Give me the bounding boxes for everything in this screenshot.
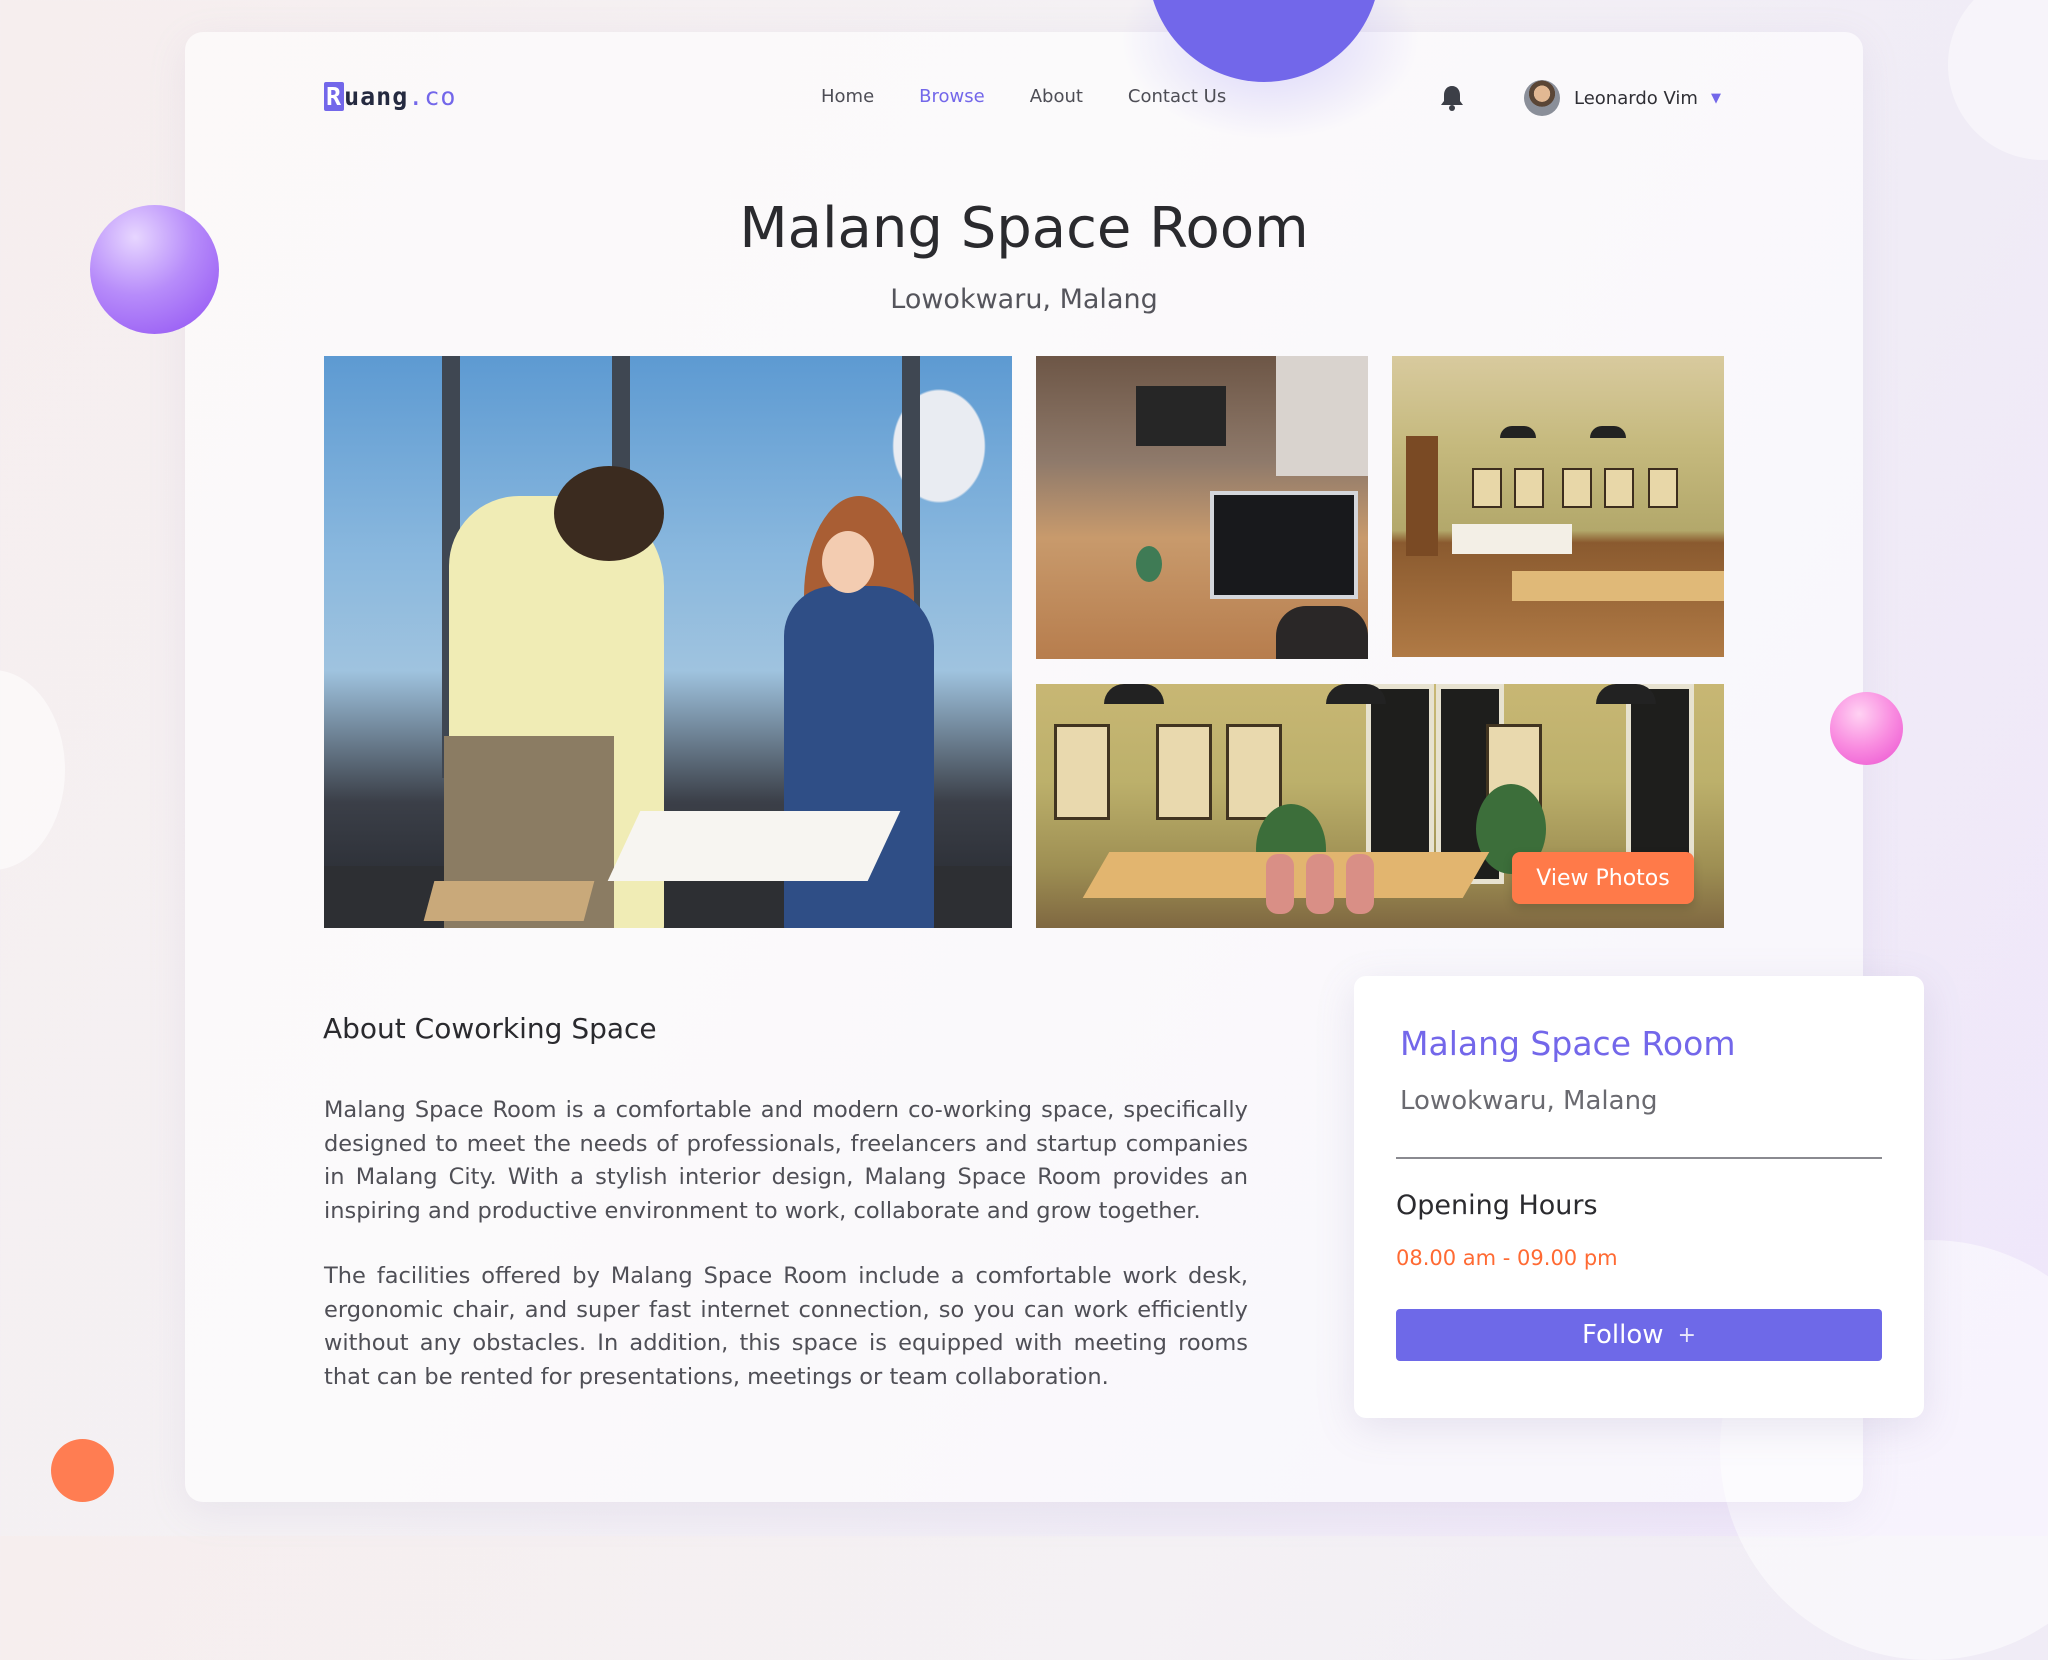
- brand-logo[interactable]: Ruang.co: [324, 82, 456, 111]
- about-heading: About Coworking Space: [323, 1012, 657, 1045]
- divider: [1396, 1157, 1882, 1159]
- chevron-down-icon: ▼: [1710, 90, 1721, 106]
- info-card-location: Lowokwaru, Malang: [1400, 1086, 1658, 1116]
- listing-info-card: Malang Space Room Lowokwaru, Malang Open…: [1354, 976, 1924, 1418]
- about-paragraph: The facilities offered by Malang Space R…: [324, 1263, 1248, 1390]
- follow-button[interactable]: Follow +: [1396, 1309, 1882, 1361]
- gallery-photo-main[interactable]: [324, 356, 1012, 928]
- opening-hours-label: Opening Hours: [1396, 1190, 1598, 1221]
- view-photos-button[interactable]: View Photos: [1512, 852, 1694, 904]
- info-card-title: Malang Space Room: [1400, 1024, 1736, 1063]
- bell-icon[interactable]: [1439, 84, 1465, 112]
- decorative-circle-orange: [51, 1439, 114, 1502]
- page-title: Malang Space Room: [739, 196, 1309, 261]
- gallery-photo-office[interactable]: [1036, 356, 1368, 659]
- avatar: [1524, 80, 1560, 116]
- plus-icon: +: [1677, 1322, 1696, 1348]
- page-subtitle: Lowokwaru, Malang: [890, 284, 1158, 315]
- logo-suffix: .co: [408, 82, 457, 111]
- gallery-photo-meeting-room[interactable]: [1392, 356, 1724, 657]
- user-name: Leonardo Vim: [1574, 87, 1698, 109]
- about-paragraph: Malang Space Room is a comfortable and m…: [324, 1097, 1248, 1224]
- background-blob: [1948, 0, 2048, 160]
- top-nav: Ruang.co Home Browse About Contact Us Le…: [324, 80, 1724, 116]
- logo-text: uang: [344, 82, 409, 111]
- nav-links: Home Browse About Contact Us: [821, 86, 1271, 107]
- user-menu[interactable]: Leonardo Vim ▼: [1524, 80, 1721, 116]
- opening-hours-value: 08.00 am - 09.00 pm: [1396, 1246, 1618, 1270]
- nav-link-about[interactable]: About: [1030, 86, 1083, 107]
- nav-link-home[interactable]: Home: [821, 86, 874, 107]
- follow-button-label: Follow: [1582, 1320, 1664, 1350]
- nav-link-browse[interactable]: Browse: [919, 86, 985, 107]
- logo-mark: R: [324, 82, 345, 111]
- nav-link-contact[interactable]: Contact Us: [1128, 86, 1226, 107]
- background-blob: [0, 670, 65, 870]
- decorative-sphere-pink: [1830, 692, 1903, 765]
